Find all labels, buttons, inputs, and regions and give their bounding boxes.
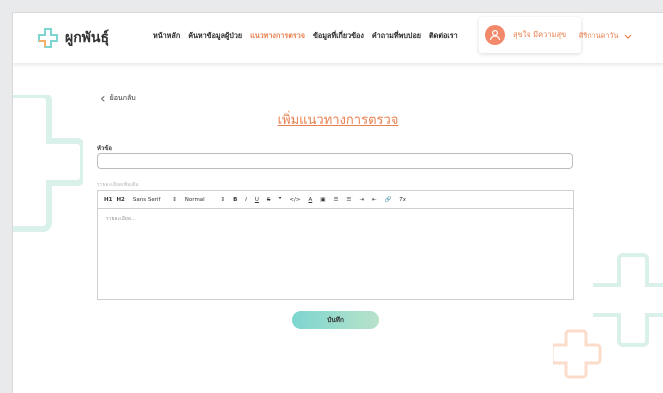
editor-toolbar: H1 H2 Sans Serif ⇕ Normal ⇕ B I U S ❞ </… [98, 191, 573, 209]
save-button[interactable]: บันทึก [292, 311, 379, 329]
user-icon [489, 29, 501, 41]
top-navbar: ผูกพันธุ์ หน้าหลัก ค้นหาข้อมูลผู้ป่วย แน… [13, 13, 663, 63]
nav-item-guidelines[interactable]: แนวทางการตรวจ [250, 31, 305, 42]
updown-icon: ⇕ [220, 196, 226, 203]
brand-name: ผูกพันธุ์ [65, 30, 110, 46]
blockquote-button[interactable]: ❞ [278, 197, 281, 203]
outdent-icon[interactable]: ⇤ [372, 197, 377, 203]
back-link[interactable]: ‹ ย้อนกลับ [100, 90, 136, 107]
decorative-cross-right-icon [593, 253, 663, 347]
code-button[interactable]: </> [289, 197, 300, 203]
detail-label: รายละเอียดเพิ่มเติม [97, 182, 139, 188]
main-nav: หน้าหลัก ค้นหาข้อมูลผู้ป่วย แนวทางการตรว… [153, 31, 458, 42]
user-name: สุขใจ มีความสุข [513, 30, 567, 39]
topic-label: หัวข้อ [97, 145, 113, 152]
bold-button[interactable]: B [233, 197, 237, 203]
editor-placeholder: รายละเอียด... [106, 216, 136, 222]
user-menu[interactable]: สุขใจ มีความสุข [479, 17, 581, 53]
page-title: เพิ่มแนวทางการตรวจ [277, 113, 399, 128]
font-select-value: Sans Serif [132, 196, 161, 203]
background-color-icon[interactable]: ▣ [320, 197, 325, 203]
rich-text-editor: H1 H2 Sans Serif ⇕ Normal ⇕ B I U S ❞ </… [97, 190, 574, 300]
link-icon[interactable]: 🔗 [385, 197, 392, 203]
topic-input[interactable] [97, 153, 573, 169]
size-select[interactable]: Normal ⇕ [185, 197, 225, 203]
decorative-cross-orange-icon [553, 329, 602, 379]
brand-cross-icon [38, 28, 58, 48]
clear-format-button[interactable]: Tx [399, 197, 406, 203]
brand-logo[interactable]: ผูกพันธุ์ [37, 27, 109, 49]
heading1-button[interactable]: H1 [104, 197, 112, 203]
chevron-left-icon: ‹ [100, 90, 106, 107]
updown-icon: ⇕ [172, 196, 177, 203]
strike-button[interactable]: S [267, 197, 271, 203]
nav-item-contact[interactable]: ติดต่อเรา [429, 31, 458, 42]
avatar [485, 25, 505, 45]
nav-item-home[interactable]: หน้าหลัก [153, 31, 180, 42]
italic-button[interactable]: I [245, 197, 247, 203]
decorative-cross-left-icon [13, 95, 83, 232]
text-color-button[interactable]: A [308, 197, 312, 203]
account-dropdown-label: ศิริกานดาวัน [579, 31, 619, 40]
underline-button[interactable]: U [255, 197, 259, 203]
indent-icon[interactable]: ⇥ [359, 197, 364, 203]
size-select-value: Normal [184, 196, 205, 203]
editor-content[interactable]: รายละเอียด... [98, 209, 573, 229]
bullet-list-icon[interactable]: ☰ [346, 197, 351, 203]
nav-item-patient-search[interactable]: ค้นหาข้อมูลผู้ป่วย [188, 31, 242, 42]
heading2-button[interactable]: H2 [116, 197, 124, 203]
font-select[interactable]: Sans Serif ⇕ [133, 197, 177, 203]
ordered-list-icon[interactable]: ☰ [333, 197, 338, 203]
nav-item-related-info[interactable]: ข้อมูลที่เกี่ยวข้อง [313, 31, 364, 42]
page-container: ผูกพันธุ์ หน้าหลัก ค้นหาข้อมูลผู้ป่วย แน… [12, 12, 663, 393]
account-dropdown[interactable]: ศิริกานดาวัน [579, 31, 632, 42]
back-label: ย้อนกลับ [109, 94, 136, 102]
chevron-down-icon [624, 34, 632, 39]
nav-item-faq[interactable]: คำถามที่พบบ่อย [372, 31, 421, 42]
